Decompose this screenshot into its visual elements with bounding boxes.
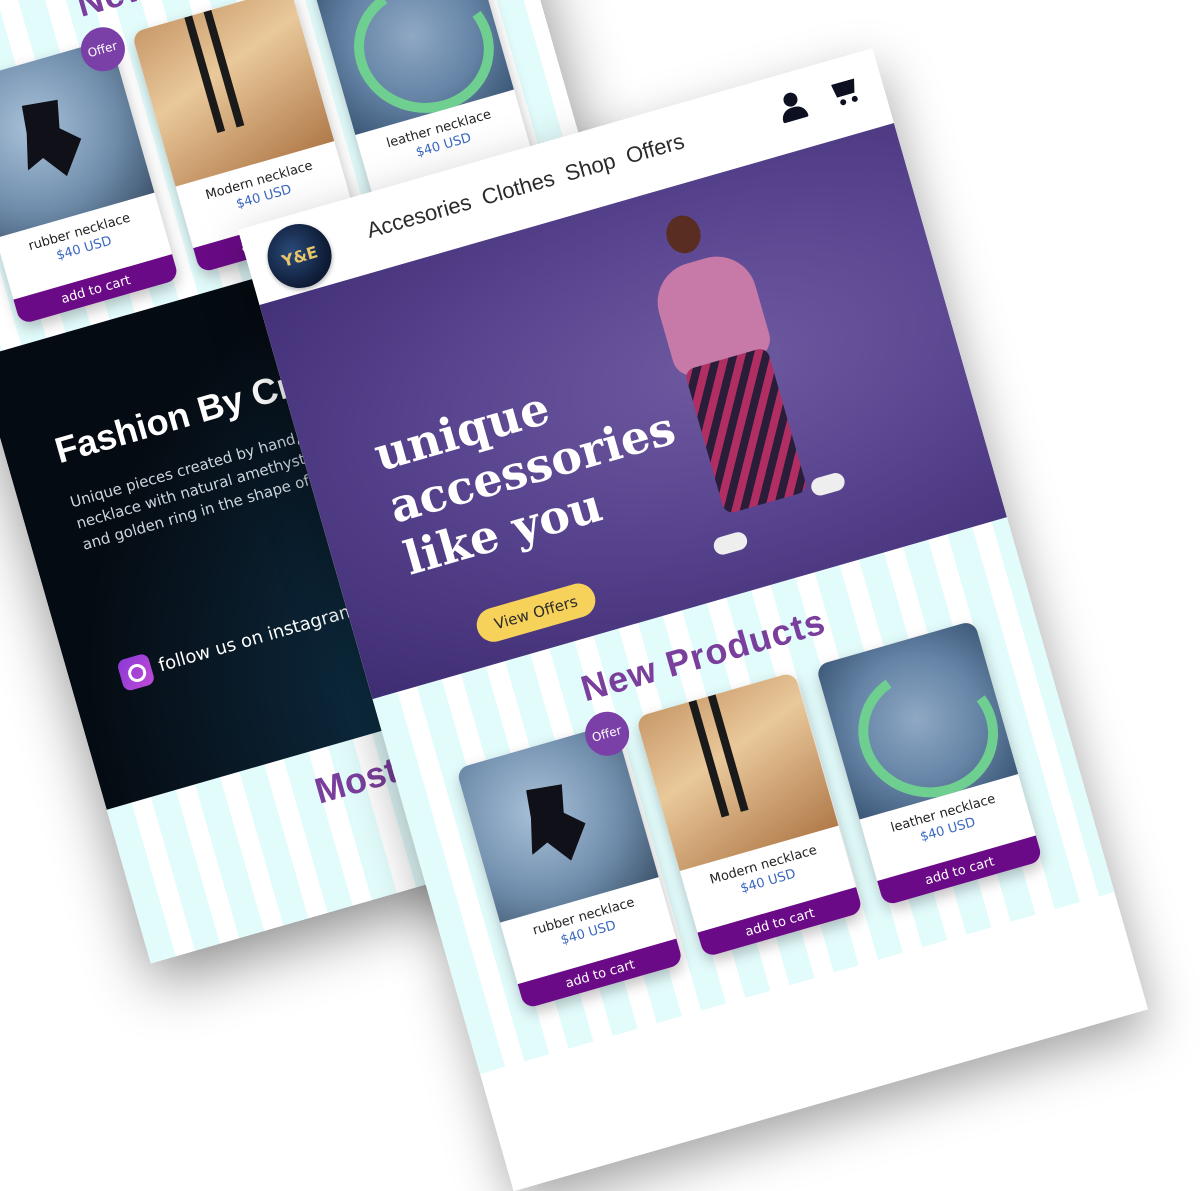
product-photo-rubber <box>455 723 659 923</box>
product-photo-modern <box>635 671 838 872</box>
nav-icons <box>776 74 863 124</box>
product-card[interactable]: leather necklace $40 USD add to cart <box>814 620 1043 907</box>
cart-icon[interactable] <box>826 74 863 109</box>
model-pants <box>684 346 809 515</box>
instagram-label: follow us on instagram <box>156 599 359 676</box>
product-photo-modern <box>130 0 334 187</box>
user-icon[interactable] <box>776 89 809 123</box>
instagram-link[interactable]: follow us on instagram <box>116 594 360 693</box>
nav-offers[interactable]: Offers <box>623 128 687 169</box>
model-shoe <box>809 470 847 498</box>
nav-shop[interactable]: Shop <box>562 148 619 187</box>
nav-clothes[interactable]: Clothes <box>479 165 558 211</box>
product-photo-leather <box>814 620 1018 820</box>
nav-accesories[interactable]: Accesories <box>364 189 475 244</box>
brand-logo[interactable]: Y&E <box>259 216 340 296</box>
product-photo-rubber <box>0 38 154 239</box>
instagram-icon <box>116 652 156 693</box>
model-head <box>661 211 706 258</box>
model-shoe <box>711 530 750 557</box>
view-offers-button[interactable]: View Offers <box>472 579 600 646</box>
front-page-mockup: Y&E Accesories Clothes Shop Offers uniqu… <box>238 48 1149 1191</box>
